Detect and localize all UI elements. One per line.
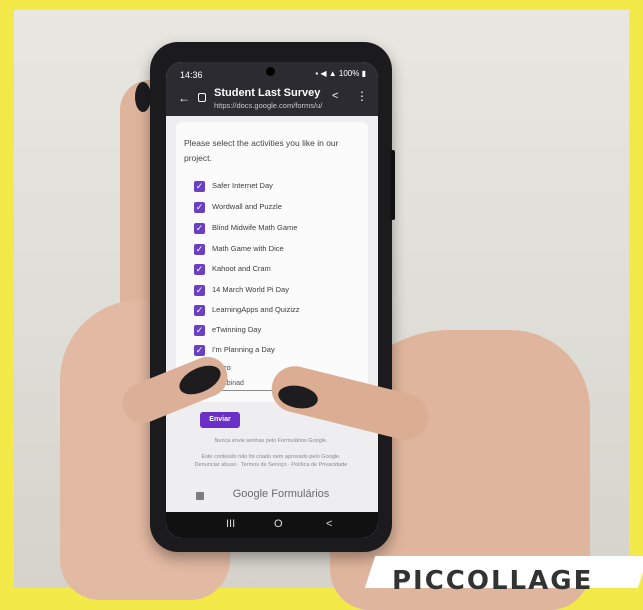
- checkbox-checked-icon[interactable]: ✓: [194, 325, 205, 336]
- option-label: I'm Planning a Day: [212, 345, 275, 354]
- option-label: Safer Internet Day: [212, 181, 273, 190]
- password-warning: Nunca envie senhas pelo Formulários Goog…: [214, 438, 328, 444]
- left-fingernail: [135, 82, 151, 112]
- home-icon[interactable]: O: [274, 518, 283, 530]
- page-title: Student Last Survey: [214, 87, 321, 99]
- recents-icon[interactable]: III: [226, 518, 235, 530]
- checkbox-checked-icon[interactable]: ✓: [194, 223, 205, 234]
- front-camera: [266, 67, 275, 76]
- share-icon[interactable]: <: [332, 90, 338, 102]
- volume-button: [391, 150, 395, 220]
- checkbox-checked-icon[interactable]: ✓: [194, 181, 205, 192]
- checkbox-checked-icon[interactable]: ✓: [194, 345, 205, 356]
- submit-button[interactable]: Enviar: [200, 412, 240, 428]
- option-label: Wordwall and Puzzle: [212, 202, 282, 211]
- option-label: Math Game with Dice: [212, 244, 284, 253]
- checkbox-checked-icon[interactable]: ✓: [194, 305, 205, 316]
- checkbox-checked-icon[interactable]: ✓: [194, 244, 205, 255]
- status-time: 14:36: [180, 70, 203, 80]
- google-forms-logo: Google Formulários: [232, 488, 330, 500]
- phone-screen: 14:36 ▪ ◀ ▲ 100% ▮ ← Student Last Survey…: [166, 62, 378, 538]
- piccollage-watermark: PICCOLLAGE: [392, 566, 594, 596]
- google-disclaimer: Este conteúdo não foi criado nem aprovad…: [201, 454, 341, 460]
- option-label: 14 March World Pi Day: [212, 285, 289, 294]
- checkbox-checked-icon[interactable]: ✓: [194, 285, 205, 296]
- android-nav-bar: III O <: [166, 512, 378, 538]
- back-arrow-icon[interactable]: ←: [178, 91, 190, 105]
- battery-level: 100%: [338, 69, 360, 78]
- page-url[interactable]: https://docs.google.com/forms/u/: [214, 101, 322, 110]
- browser-toolbar: ← Student Last Survey https://docs.googl…: [166, 84, 378, 116]
- option-label: LearningApps and Quizizz: [212, 305, 300, 314]
- option-label: Kahoot and Cram: [212, 264, 271, 273]
- option-label: Blind Midwife Math Game: [212, 223, 298, 232]
- checkbox-checked-icon[interactable]: ✓: [194, 202, 205, 213]
- checkbox-checked-icon[interactable]: ✓: [194, 264, 205, 275]
- question-text: Please select the activities you like in…: [184, 138, 339, 163]
- back-nav-icon[interactable]: <: [326, 518, 332, 530]
- report-icon[interactable]: [196, 492, 204, 500]
- more-options-icon[interactable]: ⋮: [356, 89, 368, 103]
- status-icons: ▪ ◀ ▲ 100% ▮: [315, 69, 366, 78]
- option-label: eTwinning Day: [212, 325, 262, 334]
- lock-icon[interactable]: [198, 93, 206, 102]
- footer-links[interactable]: Denunciar abuso · Termos de Serviço · Po…: [186, 462, 356, 469]
